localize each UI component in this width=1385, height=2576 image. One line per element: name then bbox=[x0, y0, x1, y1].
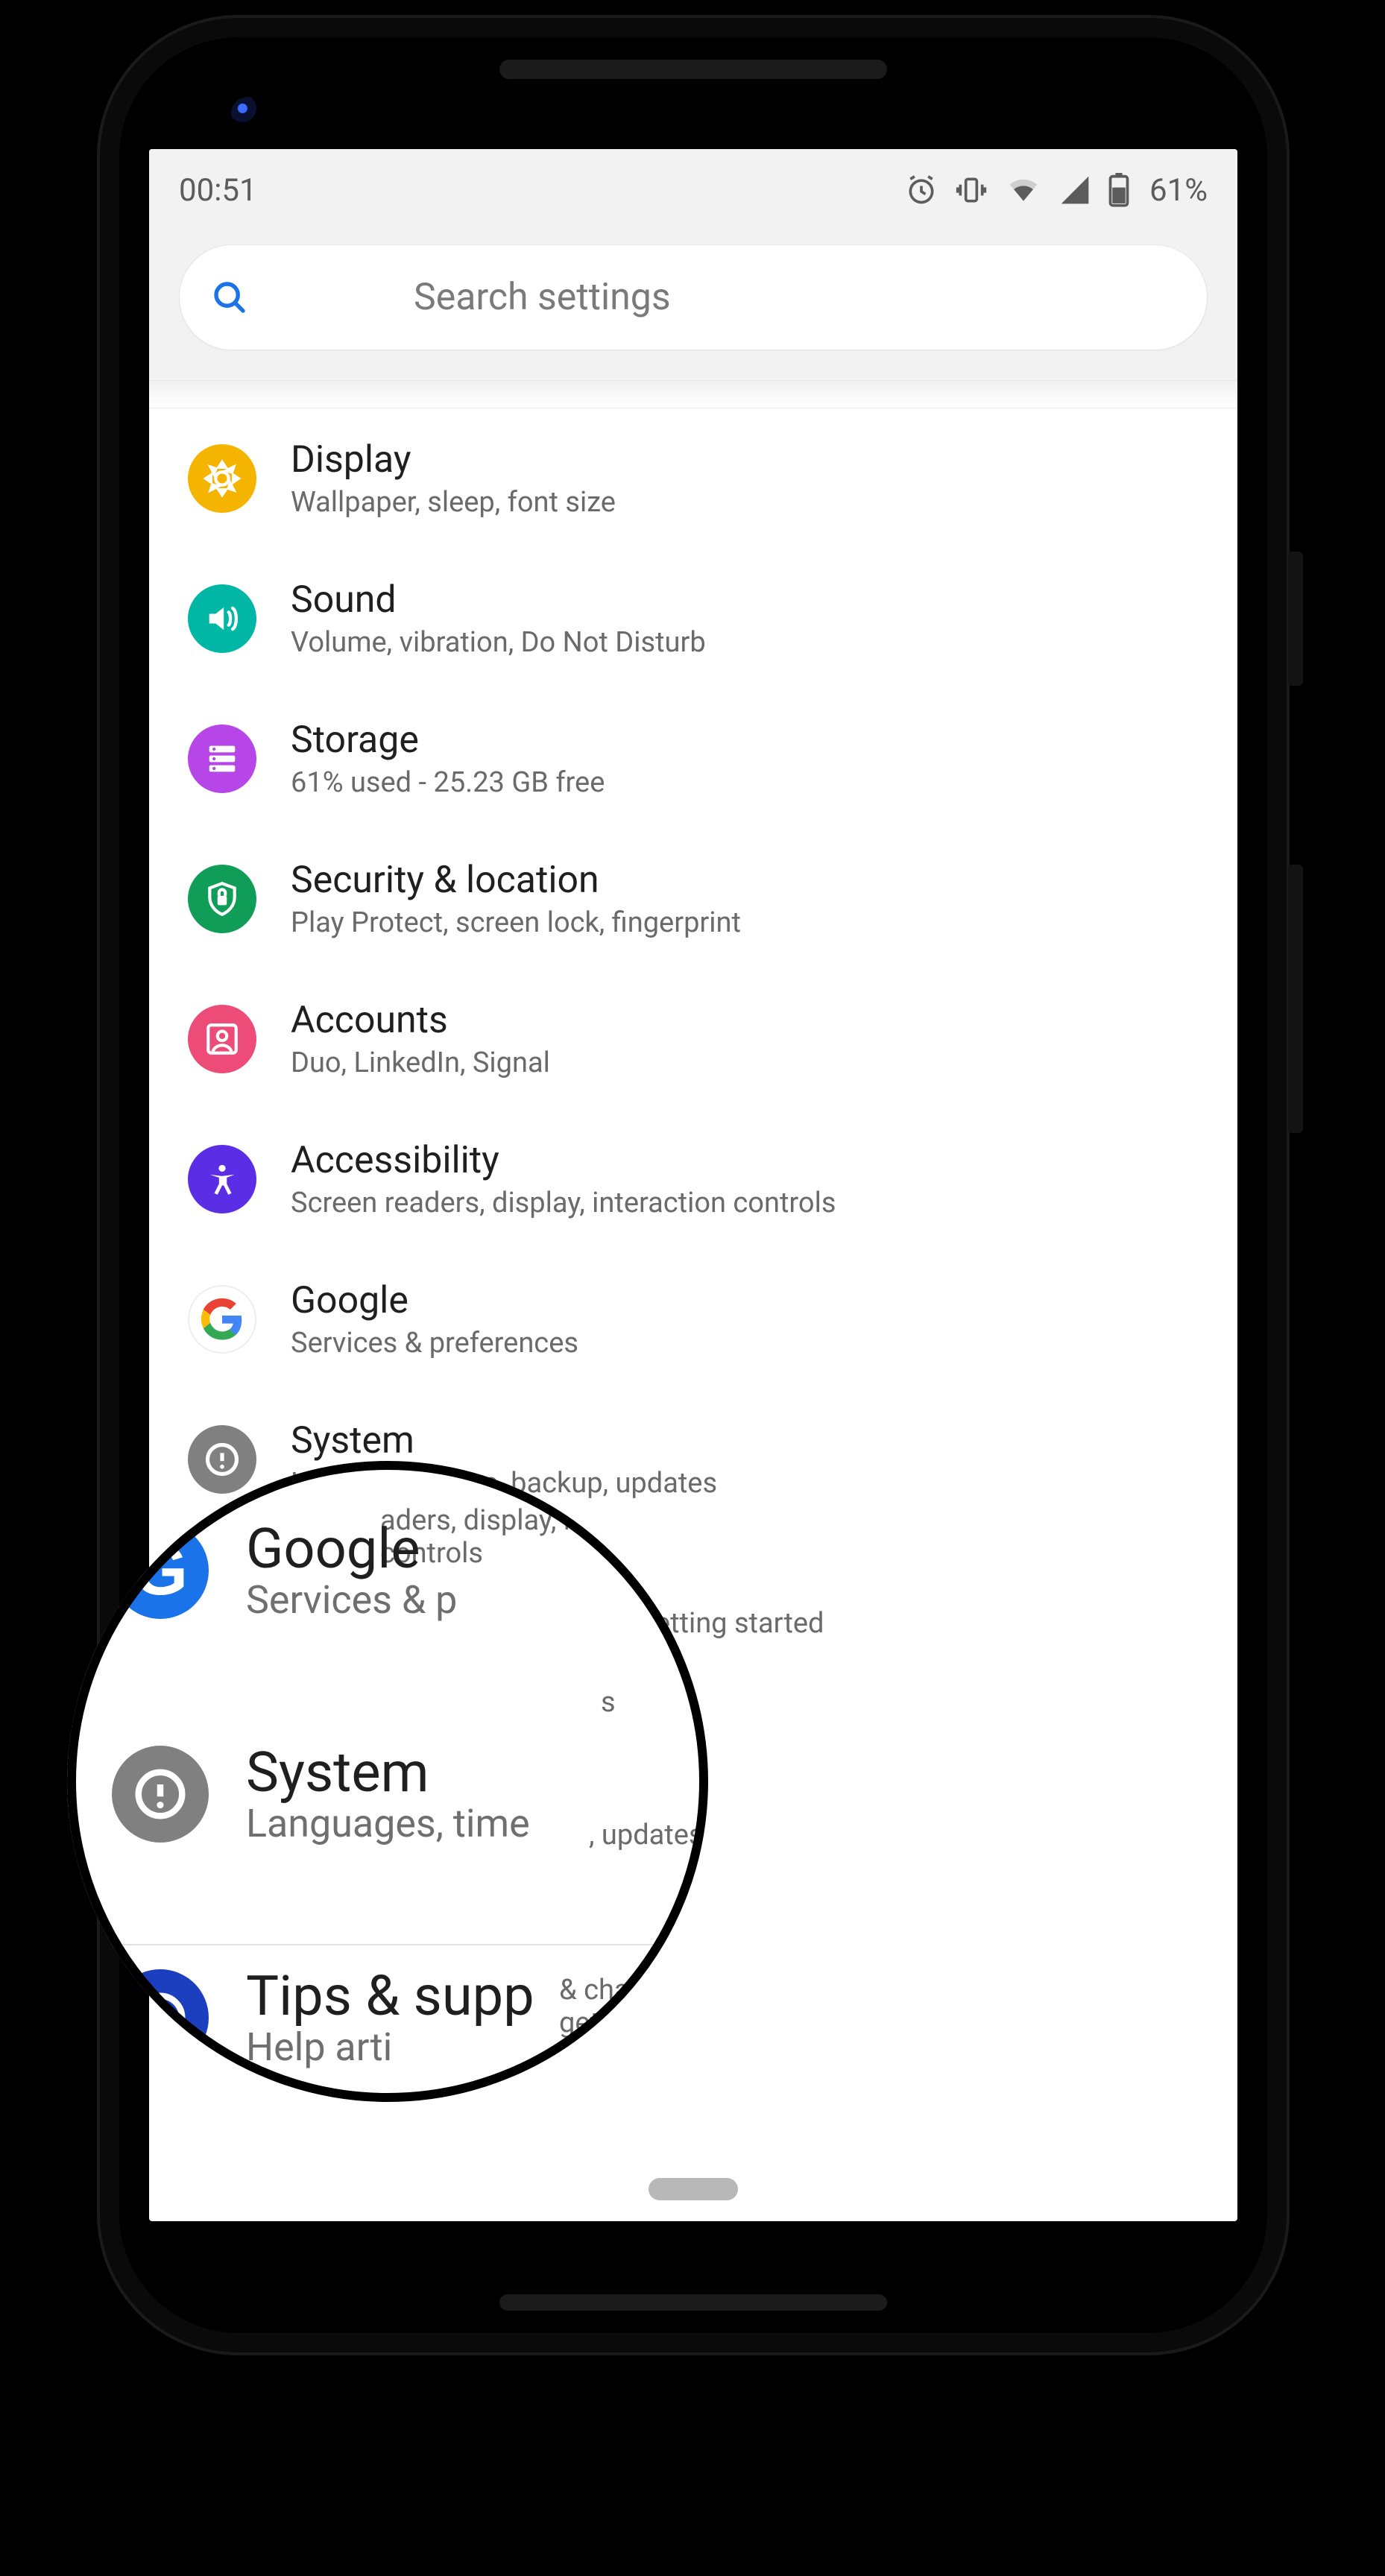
row-storage[interactable]: Storage 61% used - 25.23 GB free bbox=[149, 689, 1237, 829]
search-placeholder: Search settings bbox=[414, 276, 1177, 319]
bottom-speaker bbox=[499, 2294, 887, 2311]
search-area: Search settings bbox=[149, 231, 1237, 381]
lens-system-sub-right: , updates bbox=[589, 1819, 703, 1852]
display-icon bbox=[188, 444, 256, 513]
gesture-nav-pill[interactable] bbox=[649, 2178, 738, 2200]
row-sub: Screen readers, display, interaction con… bbox=[291, 1187, 836, 1219]
wifi-icon bbox=[1005, 174, 1042, 206]
lens-frag-s: s bbox=[601, 1686, 616, 1719]
row-security[interactable]: Security & location Play Protect, screen… bbox=[149, 829, 1237, 969]
system-icon bbox=[188, 1425, 256, 1494]
status-bar: 00:51 bbox=[149, 149, 1237, 231]
volume-button bbox=[1288, 865, 1303, 1133]
vibrate-icon bbox=[954, 174, 988, 206]
scroll-peek bbox=[149, 381, 1237, 408]
lens-title: Tips & supp bbox=[246, 1968, 534, 2026]
battery-icon bbox=[1108, 173, 1130, 207]
storage-icon bbox=[188, 724, 256, 793]
row-sub: 61% used - 25.23 GB free bbox=[291, 766, 605, 799]
row-title: Accounts bbox=[291, 999, 550, 1042]
security-icon bbox=[188, 865, 256, 933]
system-icon bbox=[112, 1746, 209, 1843]
lens-tips-sub-right: & chat, getting started bbox=[559, 1974, 708, 2072]
battery-percent: 61% bbox=[1149, 172, 1208, 209]
lens-sub-left: Help arti bbox=[246, 2026, 534, 2068]
front-camera bbox=[231, 97, 264, 130]
row-title: Storage bbox=[291, 719, 605, 762]
stage: 00:51 bbox=[0, 0, 1385, 2576]
lens-divider bbox=[67, 1944, 708, 1945]
status-right: 61% bbox=[905, 172, 1208, 209]
row-sub: Play Protect, screen lock, fingerprint bbox=[291, 906, 741, 939]
row-title: System bbox=[291, 1419, 717, 1462]
row-sub: Services & preferences bbox=[291, 1327, 578, 1360]
cell-signal-icon bbox=[1059, 174, 1091, 206]
row-title: Security & location bbox=[291, 859, 741, 902]
alarm-icon bbox=[905, 174, 938, 206]
lens-row-tips[interactable]: Tips & supp Help arti bbox=[112, 1968, 534, 2068]
row-title: Sound bbox=[291, 578, 706, 622]
sound-icon bbox=[188, 584, 256, 653]
lens-row-system[interactable]: System Languages, time bbox=[112, 1744, 530, 1845]
status-time: 00:51 bbox=[179, 172, 257, 209]
earpiece-speaker bbox=[499, 60, 887, 79]
lens-title: Google bbox=[246, 1521, 457, 1579]
magnifier-lens: aders, display, interaction controls G G… bbox=[67, 1461, 708, 2102]
row-title: Display bbox=[291, 438, 616, 482]
lens-sub-left: Languages, time bbox=[246, 1802, 530, 1845]
accessibility-icon bbox=[188, 1145, 256, 1213]
row-accounts[interactable]: Accounts Duo, LinkedIn, Signal bbox=[149, 969, 1237, 1109]
row-sub: Wallpaper, sleep, font size bbox=[291, 486, 616, 519]
row-display[interactable]: Display Wallpaper, sleep, font size bbox=[149, 408, 1237, 549]
lens-title: System bbox=[246, 1744, 530, 1802]
google-icon: G bbox=[112, 1522, 209, 1619]
accounts-icon bbox=[188, 1005, 256, 1073]
row-title: Google bbox=[291, 1279, 578, 1322]
row-sound[interactable]: Sound Volume, vibration, Do Not Disturb bbox=[149, 549, 1237, 689]
row-title: Accessibility bbox=[291, 1139, 836, 1182]
lens-sub: Services & p bbox=[246, 1579, 457, 1621]
row-sub: Duo, LinkedIn, Signal bbox=[291, 1046, 550, 1079]
row-sub: Volume, vibration, Do Not Disturb bbox=[291, 626, 706, 659]
row-accessibility[interactable]: Accessibility Screen readers, display, i… bbox=[149, 1109, 1237, 1249]
row-google[interactable]: Google Services & preferences bbox=[149, 1249, 1237, 1389]
tips-icon bbox=[112, 1969, 209, 2066]
power-button bbox=[1288, 552, 1303, 686]
search-icon bbox=[209, 277, 250, 318]
search-settings[interactable]: Search settings bbox=[179, 244, 1208, 350]
google-icon bbox=[188, 1285, 256, 1354]
lens-row-google[interactable]: G Google Services & p bbox=[112, 1521, 457, 1621]
